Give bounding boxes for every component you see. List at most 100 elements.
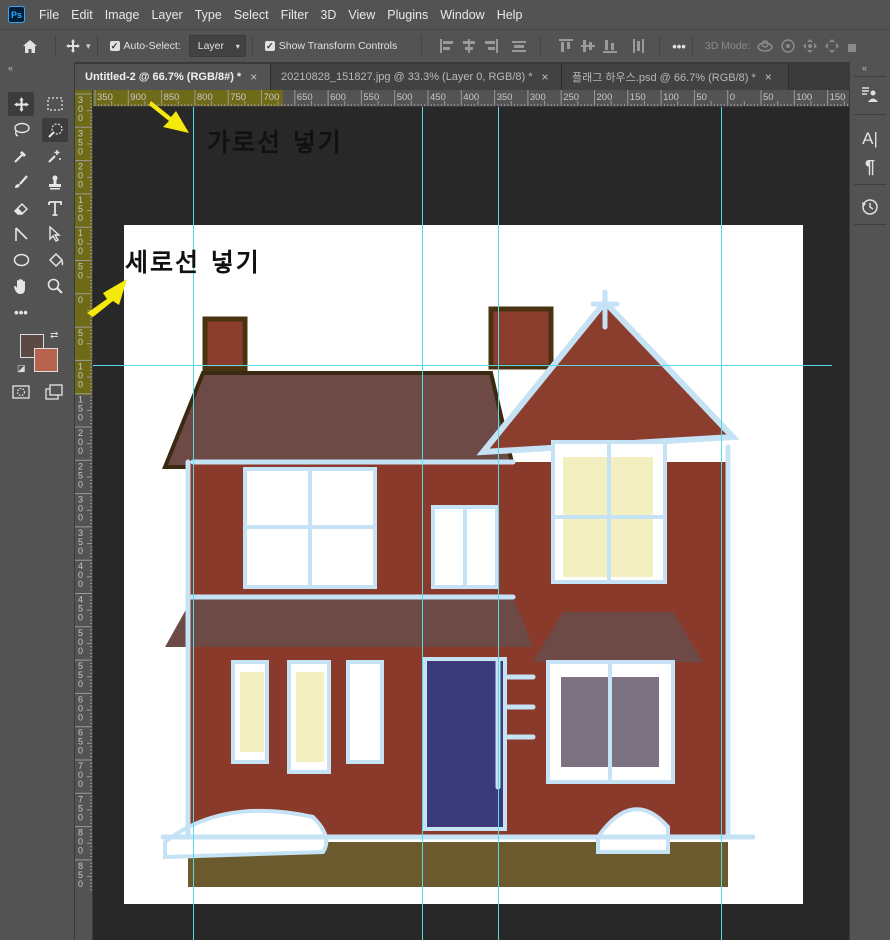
- ruler-label-digit: 0: [78, 846, 83, 856]
- vertical-guide[interactable]: [498, 107, 499, 940]
- ellipse-tool-icon[interactable]: [8, 248, 34, 272]
- separator: [854, 184, 886, 185]
- toolbar-collapse-button[interactable]: «: [8, 62, 13, 74]
- menu-filter[interactable]: Filter: [275, 8, 315, 22]
- distribute-vertical-icon[interactable]: [629, 37, 647, 55]
- brush-tool-icon[interactable]: [8, 170, 34, 194]
- 3d-roll-icon[interactable]: [780, 38, 796, 54]
- ruler-label-digit: 0: [78, 513, 83, 523]
- checkmark-icon[interactable]: ✓: [264, 41, 275, 51]
- quick-select-tool-icon[interactable]: [42, 118, 68, 142]
- vertical-guide[interactable]: [422, 107, 423, 940]
- document-tabs: Untitled-2 @ 66.7% (RGB/8#) * × 20210828…: [75, 62, 849, 90]
- horizontal-guide-annotation: 가로선 넣기: [207, 128, 343, 157]
- menu-3d[interactable]: 3D: [314, 8, 342, 22]
- menu-bar: Ps File Edit Image Layer Type Select Fil…: [0, 0, 890, 29]
- align-top-icon[interactable]: [557, 37, 575, 55]
- horizontal-guide[interactable]: [93, 365, 832, 366]
- menu-view[interactable]: View: [342, 8, 381, 22]
- separator: [251, 35, 253, 57]
- align-hcenter-icon[interactable]: [460, 37, 478, 55]
- menu-layer[interactable]: Layer: [145, 8, 188, 22]
- quick-mask-icon[interactable]: [12, 385, 30, 402]
- swap-colors-icon[interactable]: ⇄: [50, 330, 58, 341]
- tab-flag-house-psd[interactable]: 플래그 하우스.psd @ 66.7% (RGB/8) * ×: [562, 64, 789, 90]
- home-icon[interactable]: [19, 35, 41, 57]
- distribute-icon[interactable]: [510, 37, 528, 55]
- ruler-label: 450: [430, 92, 446, 103]
- paragraph-icon[interactable]: ¶: [859, 156, 881, 178]
- align-bottom-icon[interactable]: [601, 37, 619, 55]
- menu-image[interactable]: Image: [99, 8, 146, 22]
- ruler-label-digit: 0: [78, 246, 83, 256]
- ruler-label-digit: 0: [78, 812, 83, 822]
- align-vcenter-icon[interactable]: [579, 37, 597, 55]
- menu-file[interactable]: File: [33, 8, 65, 22]
- align-right-icon[interactable]: [482, 37, 500, 55]
- chevron-down-icon: ▾: [235, 41, 240, 51]
- tab-20210828-jpg[interactable]: 20210828_151827.jpg @ 33.3% (Layer 0, RG…: [271, 64, 562, 90]
- character-icon[interactable]: A|: [859, 128, 881, 150]
- properties-icon[interactable]: [859, 84, 881, 106]
- vertical-guide[interactable]: [193, 107, 194, 940]
- eyedropper-tool-icon[interactable]: [8, 144, 34, 168]
- 3d-pan-icon[interactable]: [802, 38, 818, 54]
- path-select-tool-icon[interactable]: [8, 222, 34, 246]
- direct-select-tool-icon[interactable]: [42, 222, 68, 246]
- menu-select[interactable]: Select: [228, 8, 275, 22]
- vertical-ruler[interactable]: 3003502001501005005010015020025030035040…: [75, 90, 93, 940]
- hand-tool-icon[interactable]: [8, 274, 34, 298]
- menu-window[interactable]: Window: [434, 8, 490, 22]
- panel-collapse-button[interactable]: «: [862, 62, 867, 74]
- healing-brush-tool-icon[interactable]: [42, 144, 68, 168]
- background-color-swatch[interactable]: [34, 348, 58, 372]
- auto-select-checkbox[interactable]: ✓ Auto-Select:: [109, 40, 181, 52]
- vertical-guide[interactable]: [721, 107, 722, 940]
- separator: [854, 76, 886, 77]
- ruler-label: 100: [796, 92, 812, 103]
- ruler-ticks: 3003502001501005005010015020025030035040…: [75, 93, 92, 891]
- move-icon[interactable]: [62, 35, 84, 57]
- canvas-area[interactable]: 가로선 넣기 세로선 넣기: [87, 101, 849, 940]
- screen-mode-icon[interactable]: [45, 384, 63, 403]
- close-icon[interactable]: ×: [542, 70, 549, 84]
- more-options-button[interactable]: •••: [672, 39, 686, 54]
- checkmark-icon[interactable]: ✓: [109, 41, 120, 51]
- tab-label: 플래그 하우스.psd @ 66.7% (RGB/8) *: [572, 72, 756, 84]
- chevron-down-icon[interactable]: ▾: [86, 41, 91, 52]
- ruler-label-digit: 0: [78, 779, 83, 789]
- yellow-arrow-icon: [149, 101, 189, 133]
- history-icon[interactable]: [859, 196, 881, 218]
- menu-edit[interactable]: Edit: [65, 8, 99, 22]
- menu-plugins[interactable]: Plugins: [381, 8, 434, 22]
- 3d-orbit-icon[interactable]: [756, 38, 774, 54]
- lasso-tool-icon[interactable]: [8, 118, 34, 142]
- close-icon[interactable]: ×: [250, 70, 257, 84]
- 3d-slide-icon[interactable]: [824, 38, 840, 54]
- show-transform-checkbox[interactable]: ✓ Show Transform Controls: [264, 40, 397, 52]
- horizontal-ruler[interactable]: 350 900 850 800 750 700 650 600 550 500 450 400 350 3…: [93, 90, 849, 107]
- align-left-icon[interactable]: [438, 37, 456, 55]
- move-tool-icon[interactable]: [8, 92, 34, 116]
- ruler-label: 50: [696, 92, 707, 103]
- ruler-label-digit: 0: [78, 446, 83, 456]
- photoshop-logo[interactable]: Ps: [8, 6, 25, 23]
- ruler-label: 500: [397, 92, 413, 103]
- close-icon[interactable]: ×: [765, 70, 772, 84]
- paint-bucket-tool-icon[interactable]: [42, 248, 68, 272]
- auto-select-label: Auto-Select:: [123, 40, 181, 52]
- marquee-tool-icon[interactable]: [42, 92, 68, 116]
- eraser-tool-icon[interactable]: [8, 196, 34, 220]
- default-colors-icon[interactable]: ◪: [17, 363, 26, 374]
- auto-select-target-dropdown[interactable]: Layer ▾: [188, 35, 246, 57]
- zoom-tool-icon[interactable]: [42, 274, 68, 298]
- type-tool-icon[interactable]: [42, 196, 68, 220]
- 3d-scale-icon[interactable]: [846, 38, 858, 54]
- separator: [96, 35, 98, 57]
- more-tools-icon[interactable]: •••: [8, 300, 34, 324]
- menu-help[interactable]: Help: [491, 8, 529, 22]
- ruler-label: 350: [97, 92, 113, 103]
- menu-type[interactable]: Type: [189, 8, 228, 22]
- ruler-label-digit: 0: [78, 213, 83, 223]
- stamp-tool-icon[interactable]: [42, 170, 68, 194]
